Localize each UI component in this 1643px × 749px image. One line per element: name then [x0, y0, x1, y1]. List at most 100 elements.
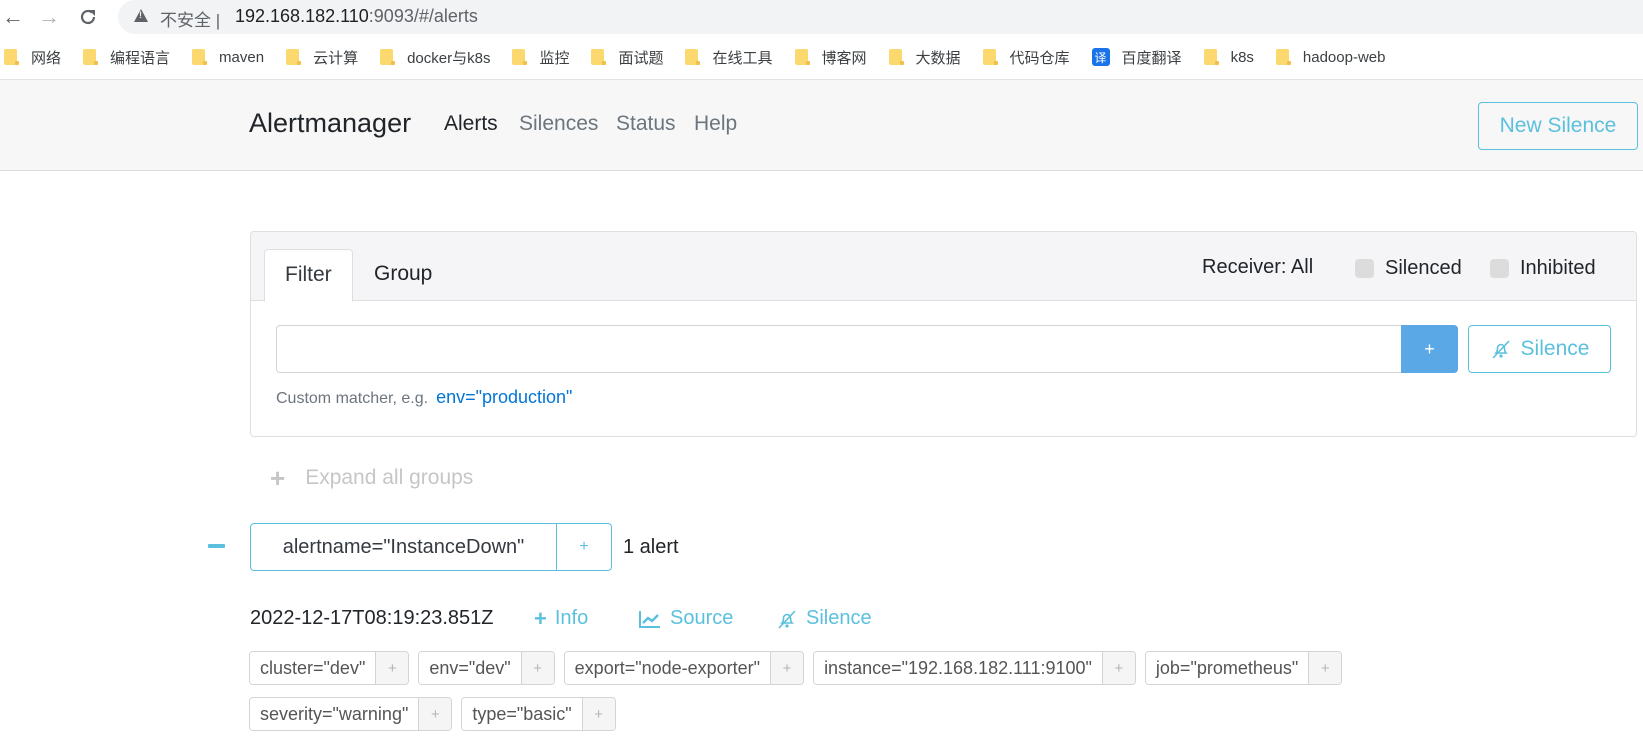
line-chart-icon: [639, 610, 660, 628]
group-add-filter-button[interactable]: +: [557, 524, 611, 570]
bookmark-label: hadoop-web: [1302, 48, 1386, 66]
label-matcher[interactable]: type="basic": [462, 698, 582, 730]
nav-status[interactable]: Status: [616, 112, 676, 136]
label-matcher[interactable]: job="prometheus": [1145, 652, 1309, 684]
nav-silences[interactable]: Silences: [519, 112, 598, 136]
bookmark-label: k8s: [1230, 48, 1254, 66]
bookmark-item[interactable]: docker与k8s: [380, 47, 490, 68]
label-add-filter-button[interactable]: +: [418, 698, 452, 730]
address-bar[interactable]: 不安全 | 192.168.182.110:9093/#/alerts: [118, 0, 1643, 34]
folder-icon: [1203, 49, 1219, 65]
bookmark-item[interactable]: 云计算: [286, 47, 358, 68]
inhibited-checkbox[interactable]: Inhibited: [1490, 257, 1596, 280]
label-add-filter-button[interactable]: +: [581, 698, 615, 730]
folder-icon: [512, 49, 528, 65]
url-text[interactable]: 192.168.182.110:9093/#/alerts: [235, 6, 478, 27]
bookmark-label: 博客网: [821, 49, 867, 67]
label-add-filter-button[interactable]: +: [1308, 652, 1342, 684]
silence-filter-button[interactable]: Silence: [1468, 325, 1611, 373]
bookmark-item[interactable]: k8s: [1203, 48, 1254, 66]
bell-slash-icon: [778, 609, 796, 629]
folder-icon: [83, 49, 99, 65]
folder-icon: [888, 49, 904, 65]
alert-timestamp: 2022-12-17T08:19:23.851Z: [250, 607, 494, 629]
silence-alert-button[interactable]: Silence: [776, 607, 872, 630]
bookmark-item[interactable]: 面试题: [591, 47, 663, 68]
label-matcher[interactable]: cluster="dev": [250, 652, 376, 684]
matcher-example: env="production": [436, 387, 573, 407]
matcher-hint: Custom matcher, e.g. env="production": [276, 387, 573, 407]
bookmark-item[interactable]: maven: [192, 49, 264, 66]
folder-icon: [685, 49, 701, 65]
translate-icon: 译: [1091, 48, 1110, 66]
label-matcher[interactable]: instance="192.168.182.111:9100": [814, 652, 1102, 684]
bookmark-item[interactable]: 编程语言: [83, 47, 170, 68]
bookmark-label: 代码仓库: [1009, 49, 1070, 67]
bookmark-item[interactable]: 监控: [512, 47, 569, 68]
alert-label: env="dev" +: [418, 651, 555, 685]
bookmark-item[interactable]: 网络: [4, 47, 61, 68]
bookmark-label: 大数据: [915, 49, 961, 67]
security-indicator[interactable]: 不安全 |: [160, 6, 220, 31]
bookmark-label: 编程语言: [110, 49, 171, 67]
bookmark-item[interactable]: 大数据: [888, 47, 961, 68]
folder-icon: [192, 49, 208, 65]
nav-help[interactable]: Help: [694, 112, 737, 136]
filter-input[interactable]: [276, 325, 1402, 373]
alert-label: type="basic" +: [461, 697, 616, 731]
bookmark-label: 监控: [539, 49, 570, 67]
filter-card-header: Filter Group Receiver: All Silenced Inhi…: [251, 232, 1636, 302]
folder-icon: [591, 49, 607, 65]
group-matcher[interactable]: alertname="InstanceDown": [251, 524, 557, 570]
new-silence-button[interactable]: New Silence: [1478, 102, 1638, 150]
label-matcher[interactable]: export="node-exporter": [564, 652, 771, 684]
bookmark-label: 网络: [31, 49, 62, 67]
reload-button[interactable]: [78, 4, 98, 27]
bookmark-item[interactable]: 博客网: [794, 47, 867, 68]
tab-filter[interactable]: Filter: [264, 249, 353, 302]
add-matcher-button[interactable]: +: [1401, 325, 1458, 373]
reload-icon: [80, 9, 96, 25]
alert-label: export="node-exporter" +: [563, 651, 805, 685]
alert-label: cluster="dev" +: [249, 651, 410, 685]
group-label-button: alertname="InstanceDown" +: [250, 523, 612, 571]
alert-labels: cluster="dev" + env="dev" + export="node-exp…: [249, 651, 1499, 731]
back-button[interactable]: ←: [2, 4, 24, 30]
label-matcher[interactable]: severity="warning": [250, 698, 419, 730]
silenced-checkbox[interactable]: Silenced: [1355, 257, 1462, 280]
nav-alerts[interactable]: Alerts: [444, 112, 498, 136]
folder-icon: [1275, 49, 1291, 65]
bookmark-item[interactable]: 在线工具: [685, 47, 773, 68]
expand-all-groups-button[interactable]: + Expand all groups: [270, 463, 473, 493]
label-add-filter-button[interactable]: +: [1101, 652, 1135, 684]
brand-logo[interactable]: Alertmanager: [249, 108, 411, 139]
label-matcher[interactable]: env="dev": [419, 652, 521, 684]
tab-group[interactable]: Group: [354, 249, 452, 302]
checkbox-box[interactable]: [1490, 259, 1509, 278]
label-add-filter-button[interactable]: +: [770, 652, 804, 684]
alert-label: severity="warning" +: [249, 697, 453, 731]
plus-icon: +: [270, 463, 286, 493]
bookmark-label: docker与k8s: [407, 49, 491, 67]
label-add-filter-button[interactable]: +: [375, 652, 409, 684]
bookmark-item[interactable]: 代码仓库: [982, 47, 1070, 68]
info-button[interactable]: + Info: [534, 607, 588, 630]
forward-button[interactable]: →: [38, 4, 60, 30]
alert-label: job="prometheus" +: [1144, 651, 1343, 685]
folder-icon: [4, 49, 19, 65]
label-add-filter-button[interactable]: +: [520, 652, 554, 684]
bookmark-label: 面试题: [618, 49, 664, 67]
plus-icon: +: [534, 605, 547, 631]
folder-icon: [982, 49, 998, 65]
bookmark-item[interactable]: 译百度翻译: [1091, 47, 1182, 68]
source-button[interactable]: Source: [638, 607, 733, 630]
bookmark-item[interactable]: hadoop-web: [1275, 48, 1386, 66]
collapse-group-icon[interactable]: [208, 544, 225, 548]
folder-icon: [380, 49, 396, 65]
folder-icon: [794, 49, 810, 65]
checkbox-box[interactable]: [1355, 259, 1374, 278]
folder-icon: [286, 49, 302, 65]
filter-card: Filter Group Receiver: All Silenced Inhi…: [250, 231, 1637, 437]
alert-count: 1 alert: [623, 536, 679, 558]
receiver-selector[interactable]: Receiver: All: [1202, 256, 1313, 279]
